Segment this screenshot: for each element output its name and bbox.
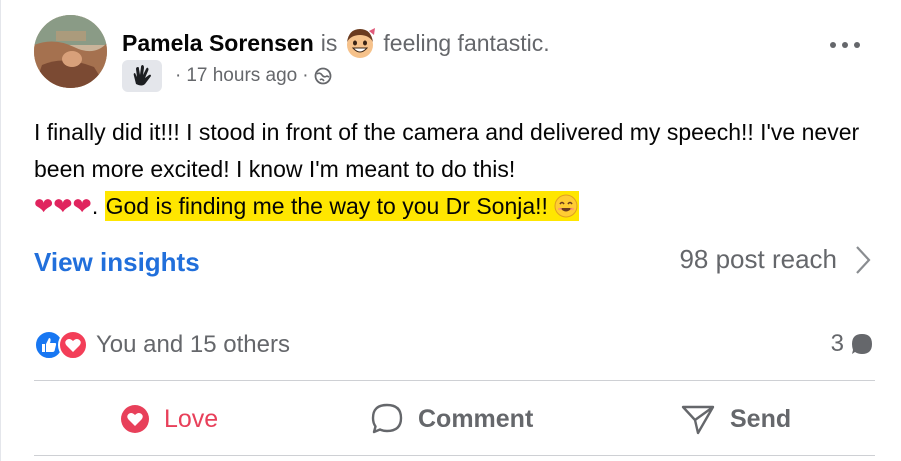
comment-count: 3 xyxy=(830,330,844,357)
period: . xyxy=(91,193,99,219)
reactions-label: You and 15 others xyxy=(96,331,290,358)
love-button[interactable]: Love xyxy=(120,397,218,441)
comment-bubble-icon xyxy=(852,334,872,354)
waving-hand-badge-icon[interactable] xyxy=(122,60,162,92)
reactions-summary[interactable]: You and 15 others xyxy=(34,330,290,360)
author-name[interactable]: Pamela Sorensen xyxy=(122,28,314,58)
post-meta: · 17 hours ago · xyxy=(122,60,332,92)
smiling-emoji-icon xyxy=(554,192,578,229)
post-reach-label: 98 post reach xyxy=(679,244,837,274)
view-insights-link[interactable]: View insights xyxy=(34,247,200,278)
more-options-button[interactable] xyxy=(823,32,867,58)
comment-button[interactable]: Comment xyxy=(370,397,533,441)
post-body-text: I finally did it!!! I stood in front of … xyxy=(34,119,860,182)
post-card: Pamela Sorensen is feeling fantastic. · … xyxy=(0,0,901,461)
highlighted-text: God is finding me the way to you Dr Sonj… xyxy=(104,191,580,221)
separator-dot: · xyxy=(175,65,182,86)
comment-count-button[interactable]: 3 xyxy=(831,330,874,358)
send-label: Send xyxy=(730,404,792,433)
avatar[interactable] xyxy=(34,15,107,88)
post-reach-button[interactable]: 98 post reach xyxy=(679,244,871,275)
author-line: Pamela Sorensen is feeling fantastic. xyxy=(122,26,550,60)
love-icon xyxy=(121,405,149,433)
separator-dot: · xyxy=(302,65,309,86)
send-icon xyxy=(681,405,715,435)
love-label: Love xyxy=(164,404,219,433)
divider xyxy=(34,380,875,381)
grinning-emoji-icon xyxy=(343,26,377,60)
divider xyxy=(34,455,875,456)
post-timestamp[interactable]: 17 hours ago xyxy=(186,65,297,87)
chevron-right-icon xyxy=(856,245,871,274)
more-dots-icon xyxy=(830,42,860,48)
feeling-text: feeling fantastic. xyxy=(383,30,550,56)
is-word: is xyxy=(320,30,338,56)
hearts-emoji-icon: ❤❤❤ xyxy=(34,193,92,219)
comment-label: Comment xyxy=(418,404,534,433)
comment-icon xyxy=(371,403,403,434)
love-reaction-icon xyxy=(58,330,88,360)
send-button[interactable]: Send xyxy=(680,397,791,441)
reaction-icons xyxy=(34,330,88,360)
avatar-photo xyxy=(34,15,107,88)
post-text: I finally did it!!! I stood in front of … xyxy=(34,114,874,229)
highlighted-sentence: God is finding me the way to you Dr Sonj… xyxy=(105,193,555,219)
globe-icon[interactable] xyxy=(314,67,332,85)
